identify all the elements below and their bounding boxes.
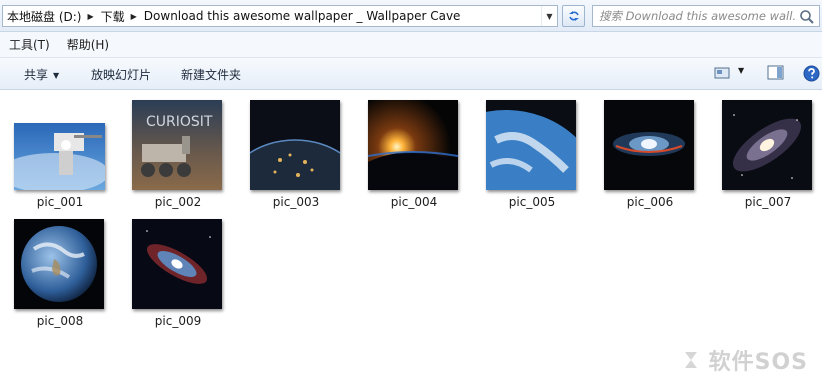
new-folder-button[interactable]: 新建文件夹 (181, 66, 241, 83)
slideshow-button[interactable]: 放映幻灯片 (91, 66, 151, 83)
share-button[interactable]: 共享 ▼ (24, 66, 59, 83)
file-item[interactable]: CURIOSIT pic_002 (119, 97, 237, 215)
menu-bar: 工具(T) 帮助(H) (0, 32, 822, 58)
help-icon[interactable] (803, 65, 820, 82)
search-input[interactable] (599, 7, 797, 25)
command-bar: 共享 ▼ 放映幻灯片 新建文件夹 ▼ (0, 58, 822, 90)
file-name: pic_004 (390, 195, 438, 209)
file-name: pic_006 (626, 195, 674, 209)
file-item[interactable]: pic_003 (237, 97, 355, 215)
file-name: pic_007 (744, 195, 792, 209)
address-bar[interactable]: 本地磁盘 (D:) ▶ 下载 ▶ Download this awesome w… (2, 5, 558, 27)
file-item[interactable]: pic_006 (591, 97, 709, 215)
file-name: pic_008 (36, 314, 84, 328)
file-item[interactable]: pic_008 (1, 216, 119, 334)
breadcrumb-current-folder[interactable]: Download this awesome wallpaper _ Wallpa… (144, 9, 461, 23)
file-name: pic_009 (154, 314, 202, 328)
image-thumbnail (132, 219, 222, 309)
breadcrumb-downloads[interactable]: 下载 (101, 8, 125, 25)
file-name: pic_001 (36, 195, 84, 209)
file-name: pic_002 (154, 195, 202, 209)
view-icon (714, 67, 730, 79)
image-thumbnail (604, 100, 694, 190)
image-thumbnail (14, 219, 104, 309)
refresh-button[interactable] (562, 5, 585, 27)
file-item[interactable]: pic_009 (119, 216, 237, 334)
image-thumbnail (486, 100, 576, 190)
image-thumbnail (368, 100, 458, 190)
refresh-icon (568, 11, 579, 21)
search-icon[interactable] (799, 9, 815, 25)
file-item[interactable]: pic_007 (709, 97, 822, 215)
breadcrumb-drive[interactable]: 本地磁盘 (D:) (7, 8, 81, 25)
file-name: pic_003 (272, 195, 320, 209)
chevron-down-icon: ▼ (546, 11, 553, 21)
file-item[interactable]: pic_005 (473, 97, 591, 215)
chevron-right-icon[interactable]: ▶ (131, 12, 137, 21)
file-name: pic_005 (508, 195, 556, 209)
thumbnail-caption: CURIOSIT (146, 114, 213, 130)
watermark-text: 软件SOS (708, 350, 808, 375)
chevron-down-icon: ▼ (738, 66, 745, 75)
menu-help[interactable]: 帮助(H) (58, 36, 117, 53)
preview-pane-icon[interactable] (767, 65, 784, 81)
menu-tools[interactable]: 工具(T) (0, 36, 58, 53)
chevron-down-icon: ▼ (53, 71, 60, 80)
watermark: 软件SOS (679, 344, 808, 376)
address-history-dropdown[interactable]: ▼ (541, 6, 557, 26)
file-list: pic_001 CURIOSIT pic_002 pic_003 pic_004… (0, 91, 822, 384)
change-view-button[interactable]: ▼ (712, 64, 752, 84)
image-thumbnail (14, 123, 105, 190)
watermark-logo-icon (684, 352, 697, 368)
address-bar-row: 本地磁盘 (D:) ▶ 下载 ▶ Download this awesome w… (0, 0, 822, 32)
file-item[interactable]: pic_004 (355, 97, 473, 215)
image-thumbnail (722, 100, 812, 190)
chevron-right-icon[interactable]: ▶ (87, 12, 93, 21)
share-label: 共享 (24, 68, 49, 82)
image-thumbnail: CURIOSIT (132, 100, 222, 190)
image-thumbnail (250, 100, 340, 190)
file-item[interactable]: pic_001 (1, 97, 119, 215)
search-field[interactable] (592, 5, 820, 27)
